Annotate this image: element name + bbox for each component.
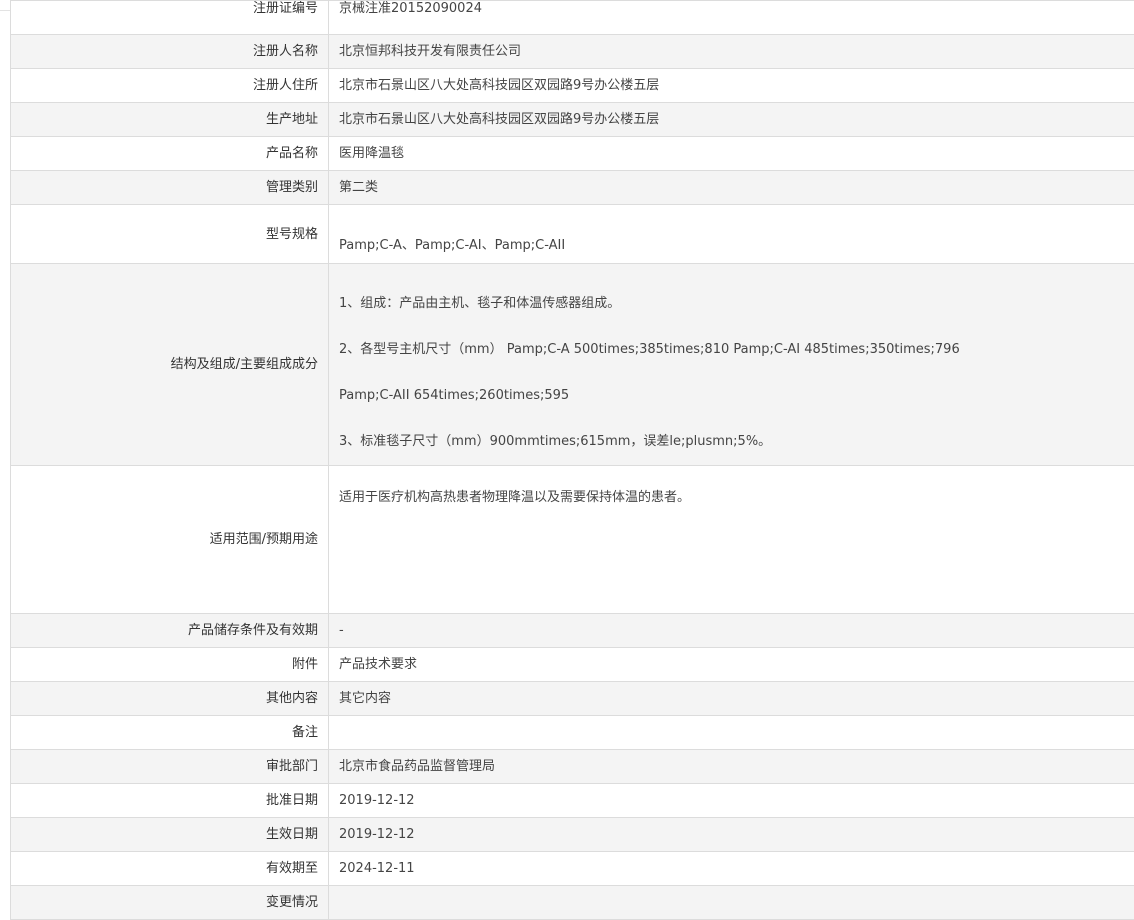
row-value: Pamp;C-A、Pamp;C-AI、Pamp;C-AII: [329, 205, 1134, 264]
table-row: 生产地址 北京市石景山区八大处高科技园区双园路9号办公楼五层: [11, 103, 1134, 137]
row-value: 2024-12-11: [329, 852, 1134, 886]
row-value: 医用降温毯: [329, 137, 1134, 171]
row-value: 第二类: [329, 171, 1134, 205]
row-value: 适用于医疗机构高热患者物理降温以及需要保持体温的患者。: [329, 466, 1134, 614]
table-row: 注册人名称 北京恒邦科技开发有限责任公司: [11, 35, 1134, 69]
table-row: 注册人住所 北京市石景山区八大处高科技园区双园路9号办公楼五层: [11, 69, 1134, 103]
table-row: 注册证编号 京械注准20152090024: [11, 1, 1134, 35]
row-label: 产品名称: [11, 137, 329, 171]
table-row: 产品储存条件及有效期 -: [11, 614, 1134, 648]
row-label: 注册人住所: [11, 69, 329, 103]
row-value: 2019-12-12: [329, 818, 1134, 852]
row-label: 注册人名称: [11, 35, 329, 69]
table-row: 附件 产品技术要求: [11, 648, 1134, 682]
table-row: 有效期至 2024-12-11: [11, 852, 1134, 886]
row-value: 北京市石景山区八大处高科技园区双园路9号办公楼五层: [329, 103, 1134, 137]
row-label: 批准日期: [11, 784, 329, 818]
registration-detail-table: 注册证编号 京械注准20152090024 注册人名称 北京恒邦科技开发有限责任…: [10, 0, 1134, 920]
row-label: 型号规格: [11, 205, 329, 264]
table-row: 备注: [11, 716, 1134, 750]
table-row: 批准日期 2019-12-12: [11, 784, 1134, 818]
table-row: 结构及组成/主要组成成分 1、组成：产品由主机、毯子和体温传感器组成。 2、各型…: [11, 264, 1134, 466]
table-row: 生效日期 2019-12-12: [11, 818, 1134, 852]
row-label: 审批部门: [11, 750, 329, 784]
row-label: 备注: [11, 716, 329, 750]
model-spec-text: Pamp;C-A、Pamp;C-AI、Pamp;C-AII: [339, 233, 1134, 261]
table-row: 适用范围/预期用途 适用于医疗机构高热患者物理降温以及需要保持体温的患者。: [11, 466, 1134, 614]
structure-lines: 1、组成：产品由主机、毯子和体温传感器组成。 2、各型号主机尺寸（mm） Pam…: [339, 264, 1134, 465]
row-label: 产品储存条件及有效期: [11, 614, 329, 648]
row-label: 生效日期: [11, 818, 329, 852]
scope-text: 适用于医疗机构高热患者物理降温以及需要保持体温的患者。: [339, 466, 1134, 507]
row-label: 变更情况: [11, 886, 329, 920]
row-value: 1、组成：产品由主机、毯子和体温传感器组成。 2、各型号主机尺寸（mm） Pam…: [329, 264, 1134, 466]
table-row: 审批部门 北京市食品药品监督管理局: [11, 750, 1134, 784]
row-value: 产品技术要求: [329, 648, 1134, 682]
row-value: 其它内容: [329, 682, 1134, 716]
table-row: 管理类别 第二类: [11, 171, 1134, 205]
row-label: 其他内容: [11, 682, 329, 716]
row-label: 结构及组成/主要组成成分: [11, 264, 329, 466]
row-label: 附件: [11, 648, 329, 682]
row-value: [329, 886, 1134, 920]
row-value: 北京市食品药品监督管理局: [329, 750, 1134, 784]
row-value: 北京恒邦科技开发有限责任公司: [329, 35, 1134, 69]
table-row: 其他内容 其它内容: [11, 682, 1134, 716]
row-label: 有效期至: [11, 852, 329, 886]
table-row: 型号规格 Pamp;C-A、Pamp;C-AI、Pamp;C-AII: [11, 205, 1134, 264]
structure-line: 1、组成：产品由主机、毯子和体温传感器组成。: [339, 281, 1134, 327]
table-row: 变更情况: [11, 886, 1134, 920]
structure-line: 3、标准毯子尺寸（mm）900mmtimes;615mm，误差le;plusmn…: [339, 419, 1134, 465]
structure-line: Pamp;C-AII 654times;260times;595: [339, 373, 1134, 419]
table-row: 产品名称 医用降温毯: [11, 137, 1134, 171]
row-value: 北京市石景山区八大处高科技园区双园路9号办公楼五层: [329, 69, 1134, 103]
row-label: 生产地址: [11, 103, 329, 137]
structure-line: 2、各型号主机尺寸（mm） Pamp;C-A 500times;385times…: [339, 327, 1134, 373]
row-label: 注册证编号: [11, 1, 329, 35]
row-value: [329, 716, 1134, 750]
row-value: 2019-12-12: [329, 784, 1134, 818]
row-value: 京械注准20152090024: [329, 1, 1134, 35]
row-label: 管理类别: [11, 171, 329, 205]
row-label: 适用范围/预期用途: [11, 466, 329, 614]
row-value: -: [329, 614, 1134, 648]
